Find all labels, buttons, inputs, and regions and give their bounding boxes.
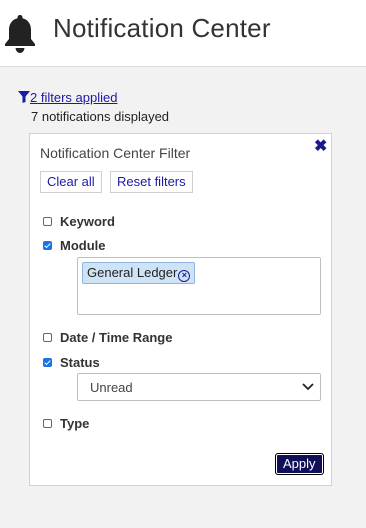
date-time-checkbox[interactable] bbox=[43, 333, 52, 342]
module-tag-label: General Ledger bbox=[87, 265, 178, 280]
filter-type[interactable]: Type bbox=[43, 416, 89, 431]
remove-tag-icon[interactable]: × bbox=[178, 270, 191, 282]
module-tag: General Ledger × bbox=[82, 262, 196, 284]
page-title: Notification Center bbox=[53, 13, 271, 43]
filter-date-time-range[interactable]: Date / Time Range bbox=[43, 330, 172, 345]
chevron-down-icon bbox=[302, 383, 314, 391]
module-checkbox[interactable] bbox=[43, 241, 52, 250]
filter-status[interactable]: Status bbox=[43, 355, 100, 370]
filter-panel-title: Notification Center Filter bbox=[40, 145, 191, 161]
apply-button[interactable]: Apply bbox=[275, 453, 324, 475]
status-checkbox[interactable] bbox=[43, 358, 52, 367]
funnel-icon bbox=[18, 91, 30, 103]
reset-filters-button[interactable]: Reset filters bbox=[110, 171, 193, 193]
filter-panel: Notification Center Filter ✖ Clear all R… bbox=[29, 133, 332, 486]
close-icon[interactable]: ✖ bbox=[314, 139, 328, 155]
module-tag-input[interactable]: General Ledger × bbox=[77, 257, 321, 315]
status-selected-value: Unread bbox=[90, 380, 133, 395]
filters-summary: 2 filters applied bbox=[18, 90, 117, 105]
filter-label: Keyword bbox=[60, 214, 115, 229]
filter-module[interactable]: Module bbox=[43, 238, 106, 253]
clear-all-button[interactable]: Clear all bbox=[40, 171, 102, 193]
keyword-checkbox[interactable] bbox=[43, 217, 52, 226]
status-select[interactable]: Unread bbox=[77, 373, 321, 401]
filter-label: Date / Time Range bbox=[60, 330, 173, 345]
filter-label: Status bbox=[60, 355, 100, 370]
type-checkbox[interactable] bbox=[43, 419, 52, 428]
filter-label: Module bbox=[60, 238, 106, 253]
page-header: Notification Center bbox=[0, 0, 366, 67]
filter-keyword[interactable]: Keyword bbox=[43, 214, 115, 229]
notification-count: 7 notifications displayed bbox=[31, 109, 170, 124]
filters-applied-link[interactable]: 2 filters applied bbox=[30, 90, 117, 105]
filter-label: Type bbox=[60, 416, 90, 431]
bell-icon bbox=[5, 15, 35, 53]
